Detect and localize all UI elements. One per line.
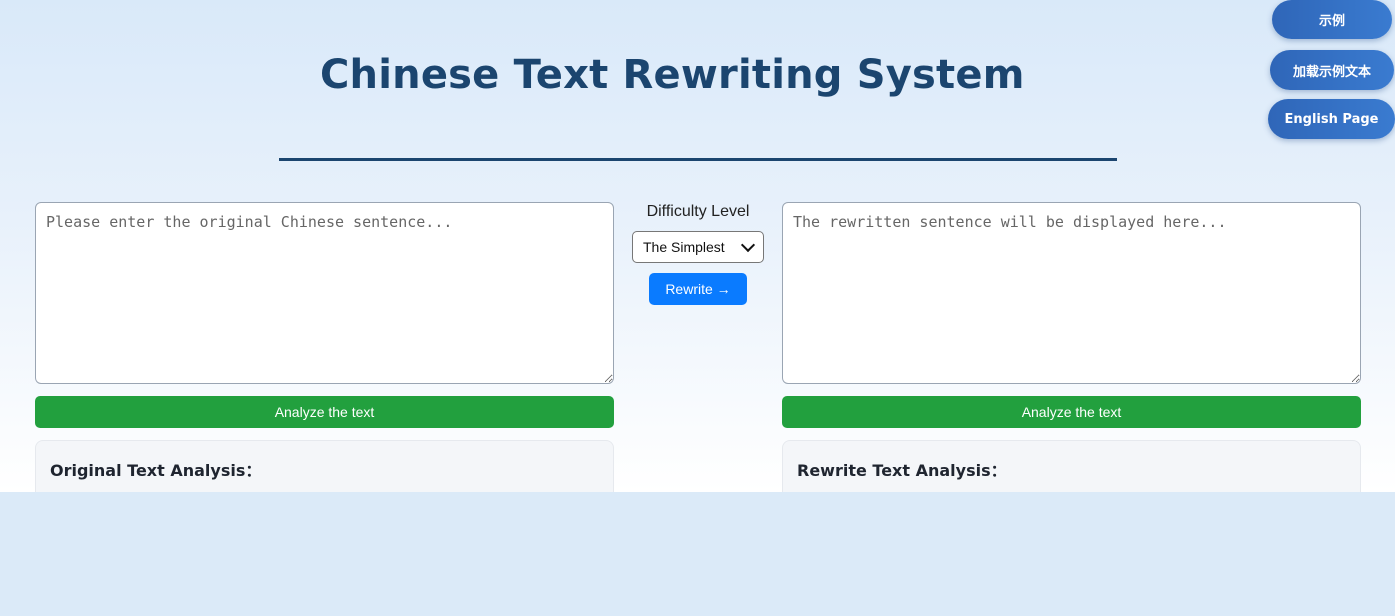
title-divider: [279, 158, 1117, 161]
original-text-input[interactable]: [35, 202, 614, 384]
analyze-rewrite-button[interactable]: Analyze the text: [782, 396, 1361, 428]
original-analysis-panel: Original Text Analysis：: [35, 440, 614, 492]
english-page-button[interactable]: English Page: [1268, 99, 1395, 139]
chevron-down-icon: [740, 237, 756, 252]
page-title: Chinese Text Rewriting System: [320, 52, 1025, 98]
load-example-button[interactable]: 加载示例文本: [1270, 50, 1394, 90]
rewrite-analysis-title: Rewrite Text Analysis：: [797, 461, 1007, 480]
difficulty-selected-value: The Simplest: [643, 239, 725, 255]
rewrite-analysis-panel: Rewrite Text Analysis：: [782, 440, 1361, 492]
rewritten-text-output[interactable]: [782, 202, 1361, 384]
difficulty-label: Difficulty Level: [646, 203, 750, 220]
original-analysis-title: Original Text Analysis：: [50, 461, 262, 480]
rewrite-button[interactable]: Rewrite →: [649, 273, 747, 305]
analyze-original-button[interactable]: Analyze the text: [35, 396, 614, 428]
example-button[interactable]: 示例: [1272, 0, 1392, 39]
difficulty-select[interactable]: The Simplest: [632, 231, 764, 263]
